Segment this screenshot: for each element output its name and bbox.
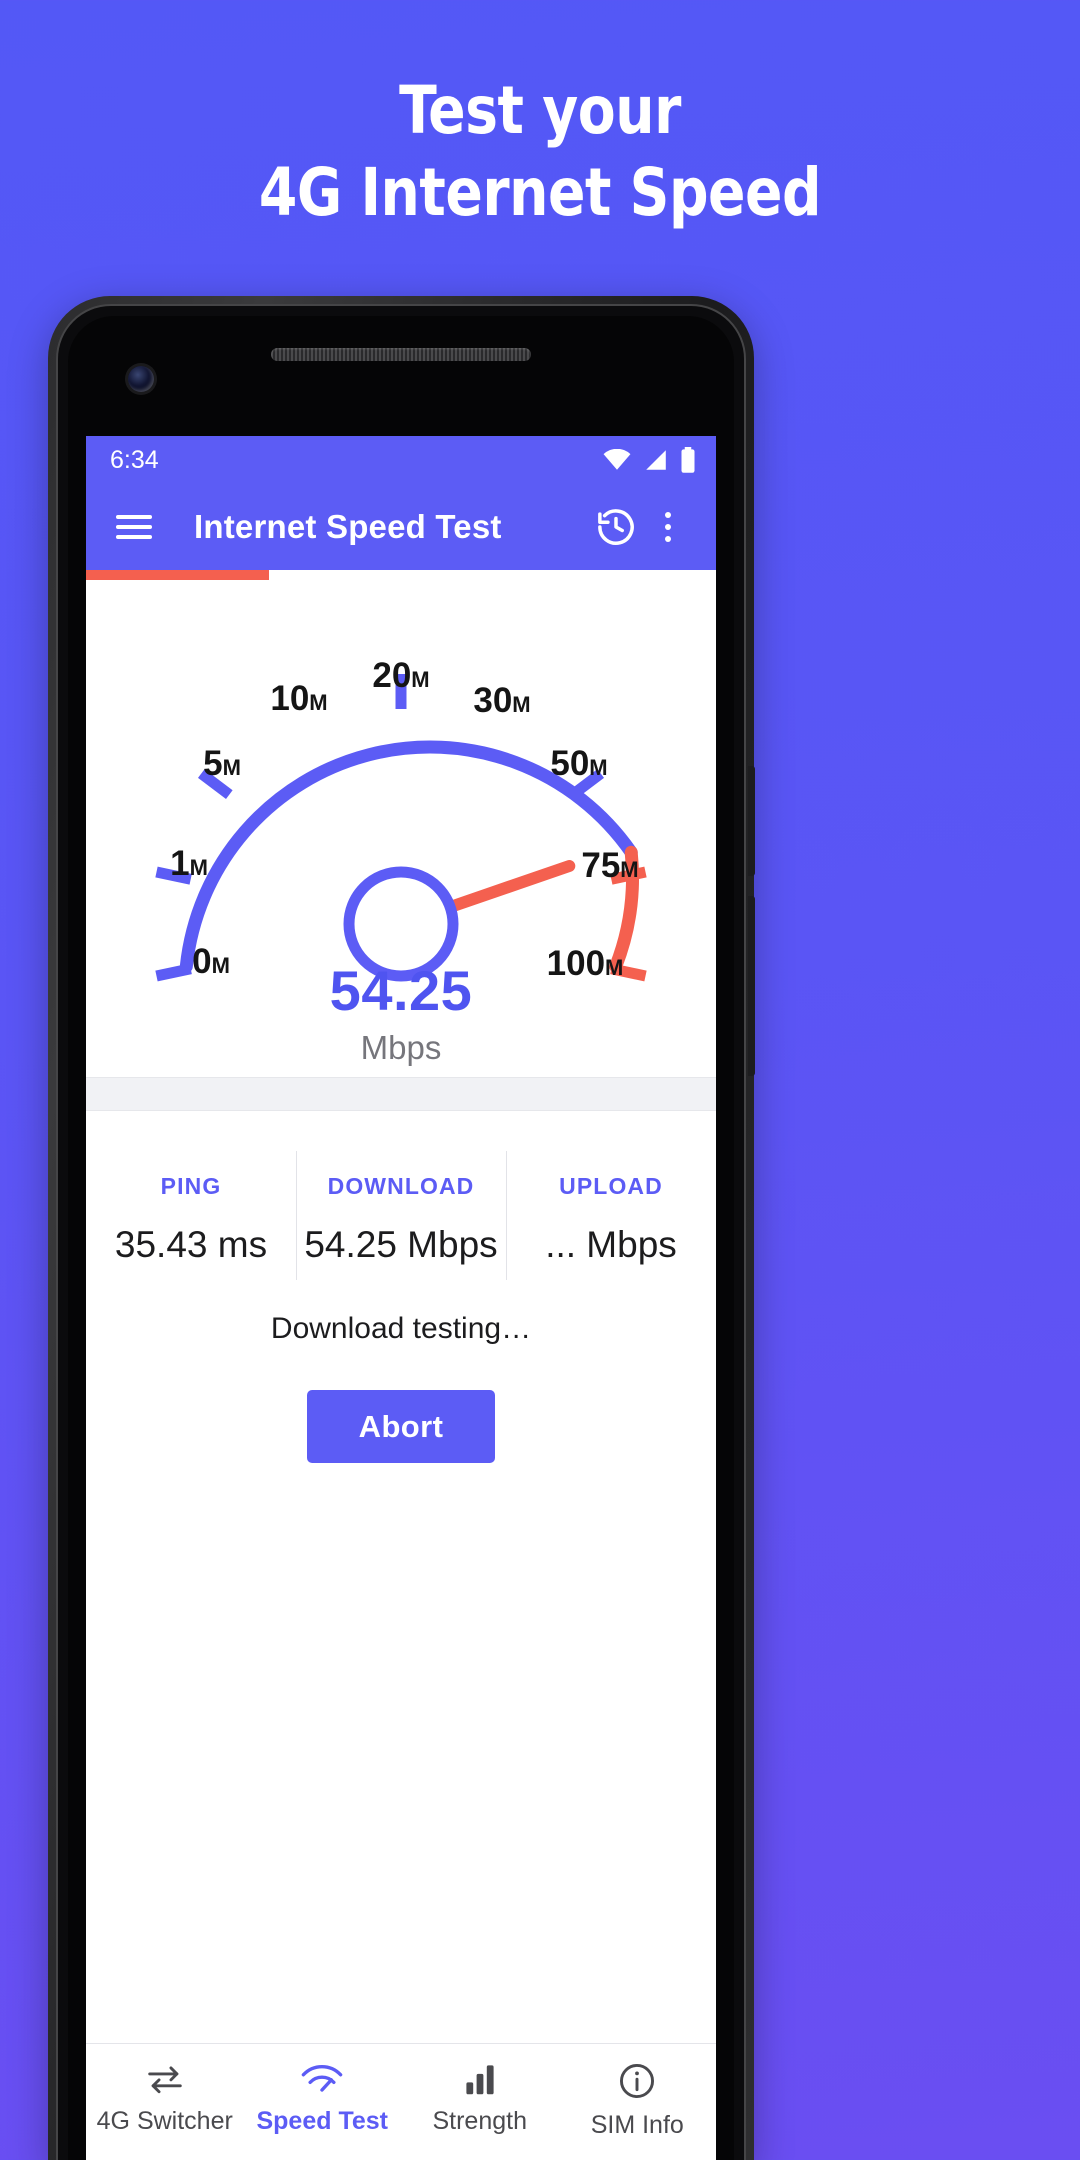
stat-download-label: DOWNLOAD [327,1173,475,1199]
stat-ping-label: PING [160,1173,222,1199]
gauge-tick-label-30: 30M [473,681,531,720]
earpiece-speaker-icon [271,348,531,361]
signal-bars-icon [463,2062,497,2096]
stat-ping: PING 35.43 ms [86,1173,296,1266]
app-bar: Internet Speed Test [86,484,716,570]
gauge-tick-label-1: 1M [170,844,208,883]
nav-item-strength[interactable]: Strength [401,2062,559,2140]
bottom-navigation-bar: 4G Switcher Speed Test Strength SIM Info [86,2043,716,2160]
gauge-tick-label-5: 5M [203,744,241,783]
nav-item-speed-test[interactable]: Speed Test [244,2062,402,2140]
status-bar-icons [602,447,696,473]
abort-button[interactable]: Abort [306,1390,496,1463]
stat-ping-value: 35.43 ms [114,1224,268,1265]
status-bar-clock: 6:34 [110,445,159,474]
stat-upload-value: ... Mbps [545,1224,677,1265]
history-clock-icon[interactable] [590,501,642,553]
cellular-signal-icon [643,449,669,471]
gauge-tick-label-0: 0M [192,942,230,981]
nav-item-sim-info[interactable]: SIM Info [559,2062,717,2140]
stat-download-value: 54.25 Mbps [304,1224,498,1265]
info-circle-icon [618,2062,656,2100]
phone-mockup: 6:34 Internet Speed Test 0M 1M 5M 10M 20… [48,296,755,2160]
wifi-icon [602,449,632,471]
hamburger-menu-icon[interactable] [108,501,160,553]
test-progress-fill [86,570,269,580]
stat-upload-label: UPLOAD [559,1173,663,1199]
speedometer-wifi-icon [300,2062,344,2096]
gauge-tick-label-50: 50M [550,744,608,783]
phone-screen-glass: 6:34 Internet Speed Test 0M 1M 5M 10M 20… [68,316,734,2160]
test-status-message: Download testing… [270,1312,532,1345]
test-progress-bar [86,570,716,580]
nav-item-4g-switcher[interactable]: 4G Switcher [86,2062,244,2140]
gauge-readout: 54.25 Mbps [330,958,473,1067]
promo-headline: Test your 4G Internet Speed [38,78,1042,226]
stat-upload: UPLOAD ... Mbps [506,1151,716,1280]
gauge-tick-label-10: 10M [270,679,328,718]
gauge-tick-label-75: 75M [581,846,639,885]
gauge-tick-label-100: 100M [546,944,624,983]
nav-label-sim-info: SIM Info [590,2111,684,2139]
app-screen: 6:34 Internet Speed Test 0M 1M 5M 10M 20… [86,436,716,2160]
overflow-menu-icon[interactable] [642,501,694,553]
android-status-bar: 6:34 [86,436,716,484]
promo-headline-line1: Test your [399,72,681,149]
phone-power-button [748,896,755,1076]
gauge-value: 54.25 [329,959,473,1022]
nav-label-speed-test: Speed Test [256,2107,389,2135]
phone-bezel: 6:34 Internet Speed Test 0M 1M 5M 10M 20… [56,304,746,2160]
swap-arrows-icon [144,2062,186,2096]
battery-icon [680,447,696,473]
nav-label-strength: Strength [432,2107,527,2135]
gauge-unit: Mbps [360,1029,442,1066]
speed-gauge-section: 0M 1M 5M 10M 20M 30M 50M 75M 100M 54.25 … [86,580,716,1077]
nav-label-4g-switcher: 4G Switcher [96,2107,233,2135]
front-camera-icon [128,366,154,392]
promo-headline-line2: 4G Internet Speed [258,154,822,231]
section-divider [86,1077,716,1111]
stat-download: DOWNLOAD 54.25 Mbps [296,1151,506,1280]
gauge-tick-label-20: 20M [372,656,430,695]
phone-volume-button [748,766,755,876]
app-bar-title: Internet Speed Test [194,508,502,545]
gauge-tick-1 [155,963,192,982]
results-stats-row: PING 35.43 ms DOWNLOAD 54.25 Mbps UPLOAD… [86,1111,716,1312]
